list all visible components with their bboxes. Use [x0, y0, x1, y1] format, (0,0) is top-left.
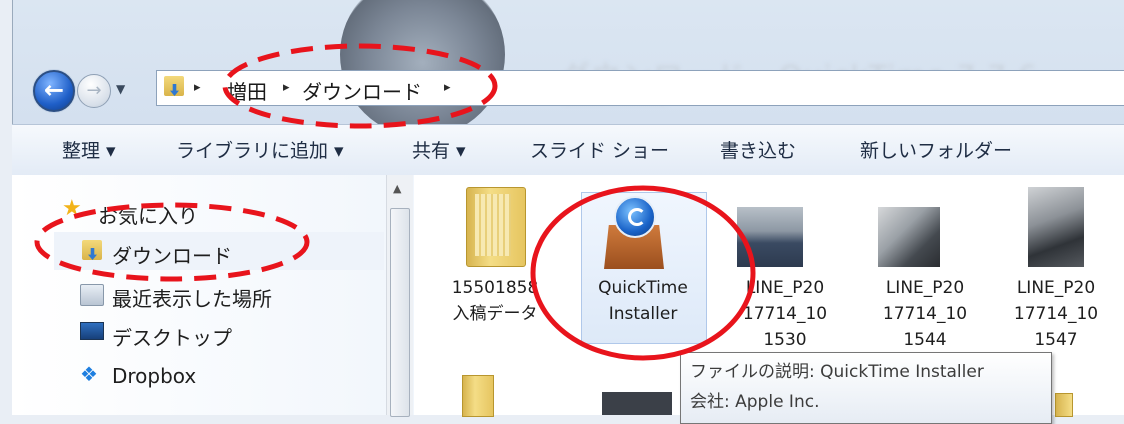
breadcrumb-downloads[interactable]: ダウンロード — [302, 76, 422, 105]
folder-icon[interactable] — [462, 375, 494, 417]
quicktime-logo-icon — [614, 196, 656, 238]
download-folder-icon — [164, 76, 184, 96]
image-thumbnail[interactable] — [737, 207, 803, 267]
file-name-line: QuickTime — [598, 278, 688, 298]
file-name-line: LINE_P20 — [885, 278, 965, 298]
nav-item-favorites[interactable]: お気に入り — [98, 200, 198, 229]
file-name-line: 1544 — [903, 330, 947, 350]
folder-icon[interactable] — [466, 187, 526, 267]
tooltip-company: 会社: Apple Inc. — [690, 392, 820, 412]
forward-button[interactable]: → — [77, 74, 111, 108]
add-to-library-menu[interactable]: ライブラリに追加 ▾ — [176, 136, 344, 163]
nav-item-recent-places[interactable]: 最近表示した場所 — [112, 283, 272, 312]
back-button[interactable]: ← — [33, 70, 75, 112]
file-name-line: 17714_10 — [1013, 304, 1099, 324]
breadcrumb-separator[interactable]: ▸ — [194, 80, 201, 95]
file-item-line-1530-label[interactable]: LINE_P20 17714_10 1530 — [720, 275, 850, 353]
burn-button[interactable]: 書き込む — [720, 136, 796, 163]
desktop-icon — [80, 322, 104, 340]
new-folder-button[interactable]: 新しいフォルダー — [860, 136, 1012, 163]
image-thumbnail[interactable] — [1028, 187, 1084, 267]
image-thumbnail[interactable] — [878, 207, 940, 267]
scroll-up-arrow-icon[interactable]: ▲ — [393, 182, 401, 195]
breadcrumb-separator[interactable]: ▸ — [283, 80, 290, 95]
image-thumbnail[interactable] — [602, 392, 672, 415]
dropbox-icon: ❖ — [80, 362, 98, 386]
slideshow-button[interactable]: スライド ショー — [530, 136, 669, 163]
nav-item-dropbox[interactable]: Dropbox — [112, 364, 196, 388]
star-icon: ★ — [62, 196, 82, 221]
breadcrumb-user[interactable]: 増田 — [227, 76, 267, 105]
tooltip-description: ファイルの説明: QuickTime Installer — [690, 362, 984, 382]
organize-menu[interactable]: 整理 ▾ — [62, 136, 116, 163]
file-item-line-1547-label[interactable]: LINE_P20 17714_10 1547 — [991, 275, 1121, 353]
file-name-line: LINE_P20 — [745, 278, 825, 298]
file-item-folder-label[interactable]: 15501858 入稿データ — [430, 275, 560, 327]
file-name-line: 1547 — [1034, 330, 1078, 350]
nav-item-downloads[interactable]: ダウンロード — [112, 240, 232, 269]
file-name-line: 17714_10 — [882, 304, 968, 324]
folder-icon[interactable] — [1055, 393, 1073, 417]
recent-places-icon — [80, 284, 104, 306]
download-folder-icon — [82, 240, 102, 260]
file-name-line: LINE_P20 — [1016, 278, 1096, 298]
file-name-line: 入稿データ — [452, 304, 538, 324]
file-name-line: 15501858 — [451, 278, 539, 298]
nav-item-desktop[interactable]: デスクトップ — [112, 322, 232, 351]
share-menu[interactable]: 共有 ▾ — [412, 136, 466, 163]
breadcrumb-separator[interactable]: ▸ — [444, 80, 451, 95]
file-name-line: Installer — [608, 304, 678, 324]
file-name-line: 1530 — [763, 330, 807, 350]
file-name-line: 17714_10 — [742, 304, 828, 324]
scroll-thumb[interactable] — [390, 208, 410, 417]
file-item-quicktime-label[interactable]: QuickTime Installer — [578, 275, 708, 327]
recent-pages-dropdown-icon[interactable]: ▼ — [116, 82, 125, 96]
file-item-line-1544-label[interactable]: LINE_P20 17714_10 1544 — [860, 275, 990, 353]
